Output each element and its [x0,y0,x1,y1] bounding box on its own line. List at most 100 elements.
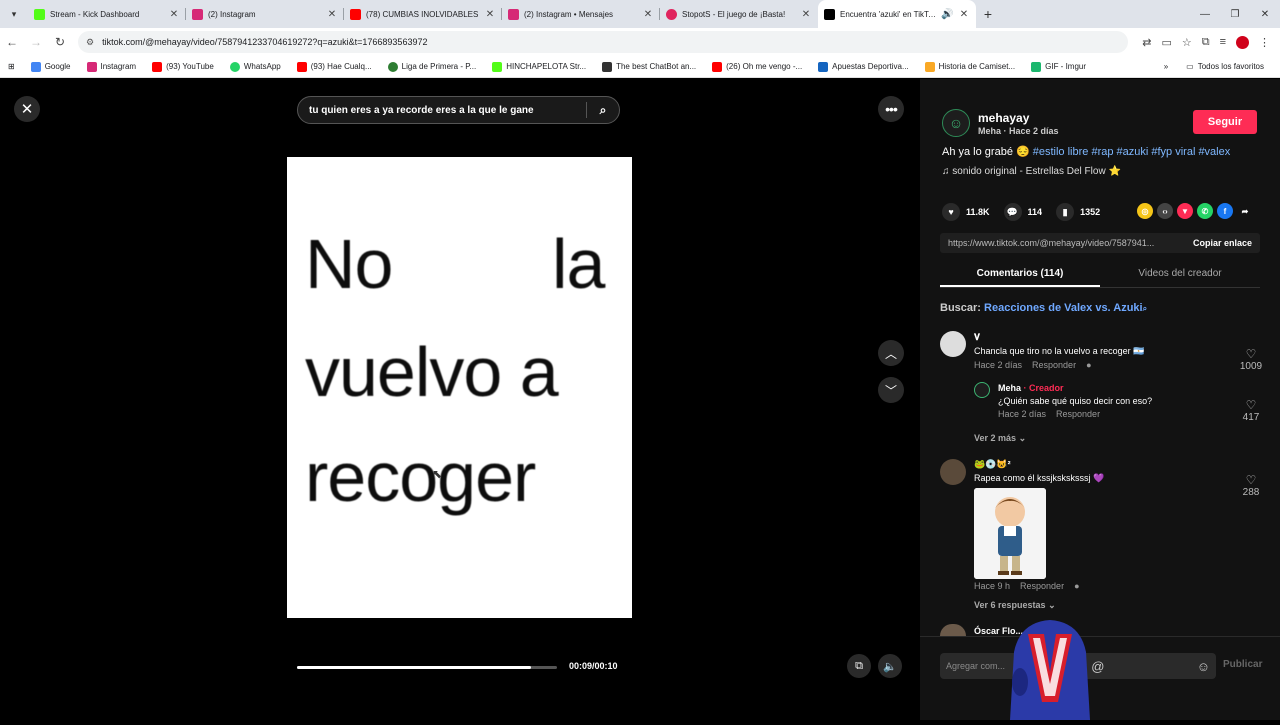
heart-outline-icon[interactable]: ♡ [1236,398,1266,412]
search-suggestion-link[interactable]: Reacciones de Valex vs. Azuki [984,302,1143,314]
coin-icon[interactable]: ◎ [1137,203,1153,219]
tab-search-icon[interactable]: ▾ [0,0,28,28]
more-bookmarks-icon[interactable]: » [1164,62,1168,71]
back-icon[interactable]: ← [0,35,24,49]
author-avatar[interactable]: ☺ [942,109,970,137]
facebook-icon[interactable]: f [1217,203,1233,219]
heart-icon[interactable]: ♥ [942,203,960,221]
search-icon[interactable]: ⌕ [587,103,619,118]
close-tab-icon[interactable]: ✕ [484,9,496,20]
bookmark-instagram[interactable]: Instagram [79,61,145,72]
menu-kebab-icon[interactable]: ⋮ [1259,36,1270,49]
browser-tab[interactable]: (2) Instagram • Mensajes ✕ [502,0,660,28]
comment-like[interactable]: ♡ 1009 [1236,347,1266,372]
speaker-icon[interactable]: 🔊 [941,9,953,20]
bookmark-kick[interactable]: HINCHAPELOTA Str... [484,61,594,72]
comment-icon[interactable]: 💬 [1003,203,1022,221]
volume-icon[interactable]: 🔈 [878,654,902,678]
creator-badge: · Creador [1021,383,1064,393]
comment-like[interactable]: ♡ 288 [1236,473,1266,498]
reload-icon[interactable]: ↻ [48,35,72,49]
embed-icon[interactable]: ‹› [1157,203,1173,219]
previous-video-icon[interactable]: ︿ [878,340,904,366]
emoji-icon[interactable]: ☺ [1197,659,1210,674]
publish-button[interactable]: Publicar [1223,659,1262,670]
commenter-avatar[interactable] [940,459,966,485]
bookmark-whatsapp[interactable]: WhatsApp [222,61,289,72]
share-arrow-icon[interactable]: ➦ [1237,203,1253,219]
bookmark-youtube-2[interactable]: (26) Oh me vengo -... [704,61,810,72]
close-tab-icon[interactable]: ✕ [642,9,654,20]
close-tab-icon[interactable]: ✕ [800,9,812,20]
comment-time: Hace 2 días [974,360,1023,370]
browser-tab[interactable]: StopotS - El juego de ¡Basta! ✕ [660,0,818,28]
bookmark-apuestas[interactable]: Apuestas Deportiva... [810,61,916,72]
bookmark-youtube[interactable]: (93) YouTube [144,61,222,72]
bookmark-star-icon[interactable]: ☆ [1182,36,1192,49]
reply-avatar[interactable] [974,382,990,398]
panel-tabs: Comentarios (114) Videos del creador [940,264,1260,288]
whatsapp-icon[interactable]: ✆ [1197,203,1213,219]
commenter-name[interactable]: 🐸💿😺² [974,459,1214,470]
search-suggestion[interactable]: Buscar: Reacciones de Valex vs. Azuki⌕ [940,302,1147,314]
all-bookmarks-folder[interactable]: ▭ Todos los favoritos [1178,62,1272,71]
heart-outline-icon[interactable]: ♡ [1236,347,1266,361]
bookmark-chatbot[interactable]: The best ChatBot an... [594,61,704,72]
reply-author[interactable]: Meha [998,383,1021,393]
sound-link[interactable]: ♫ sonido original - Estrellas Del Flow ⭐ [942,166,1121,177]
view-more-replies[interactable]: Ver 2 más ⌄ [974,433,1026,444]
browser-tab-active[interactable]: Encuentra 'azuki' en TikTok 🔊 ✕ [818,0,976,28]
cast-icon[interactable]: ▭ [1161,36,1171,49]
send-icon[interactable]: ▼ [1177,203,1193,219]
reply-like[interactable]: ♡ 417 [1236,398,1266,423]
bookmark-imgur[interactable]: GIF - Imgur [1023,61,1094,72]
tab-comments[interactable]: Comentarios (114) [940,264,1100,287]
reply-button[interactable]: Responder [1020,581,1064,591]
minimize-icon[interactable]: — [1190,0,1220,28]
new-tab-icon[interactable]: + [976,6,1000,22]
share-link-url[interactable]: https://www.tiktok.com/@mehayay/video/75… [940,238,1172,248]
video-player[interactable]: No la vuelvo a recoger [287,157,632,618]
browser-tab[interactable]: (78) CUMBIAS INOLVIDABLES ✕ [344,0,502,28]
profile-avatar[interactable] [1236,35,1249,49]
view-more-replies[interactable]: Ver 6 respuestas ⌄ [974,600,1056,611]
caption-hashtags[interactable]: #estilo libre #rap #azuki #fyp viral #va… [1033,146,1231,158]
bookmark-google[interactable]: Google [23,61,79,72]
media-control-icon[interactable]: ≡ [1220,36,1226,48]
site-info-icon[interactable]: ⚙ [86,37,94,48]
reply-button[interactable]: Responder [1056,409,1100,419]
video-progress-bar[interactable] [297,666,557,669]
browser-tab[interactable]: (2) Instagram ✕ [186,0,344,28]
browser-tab[interactable]: Stream - Kick Dashboard ✕ [28,0,186,28]
bookmark-youtube-video[interactable]: (93) Hae Cualq... [289,61,380,72]
url-input[interactable]: ⚙ tiktok.com/@mehayay/video/758794123370… [78,31,1128,53]
bookmark-historia[interactable]: Historia de Camiset... [917,61,1023,72]
maximize-icon[interactable]: ❐ [1220,0,1250,28]
heart-outline-icon[interactable]: ♡ [1236,473,1266,487]
commenter-avatar[interactable] [940,331,966,357]
comment-sticker-image[interactable] [974,488,1046,579]
floating-player-icon[interactable]: ⧉ [847,654,871,678]
search-input[interactable]: tu quien eres a ya recorde eres a la que… [297,96,620,124]
forward-icon[interactable]: → [24,35,48,49]
next-video-icon[interactable]: ﹀ [878,377,904,403]
stopots-favicon-icon [666,8,677,20]
reply-button[interactable]: Responder [1032,360,1076,370]
copy-link-button[interactable]: Copiar enlace [1193,238,1260,248]
tab-creator-videos[interactable]: Videos del creador [1100,264,1260,287]
follow-button[interactable]: Seguir [1193,110,1257,134]
more-options-icon[interactable]: ••• [878,96,904,122]
author-block[interactable]: ☺ mehayay Meha · Hace 2 días [942,109,1059,137]
close-icon[interactable]: ✕ [14,96,40,122]
commenter-avatar[interactable] [940,624,966,636]
bookmark-liga[interactable]: Liga de Primera - P... [380,61,485,72]
close-tab-icon[interactable]: ✕ [958,9,970,20]
close-tab-icon[interactable]: ✕ [326,9,338,20]
commenter-name[interactable]: 𝐕 [974,332,1214,343]
extensions-icon[interactable]: ⧉ [1202,36,1210,49]
close-window-icon[interactable]: ✕ [1250,0,1280,28]
close-tab-icon[interactable]: ✕ [168,9,180,20]
bookmark-icon[interactable]: ▮ [1056,203,1075,221]
apps-icon[interactable]: ⊞ [0,62,23,71]
translate-icon[interactable]: ⇄ [1142,36,1151,49]
